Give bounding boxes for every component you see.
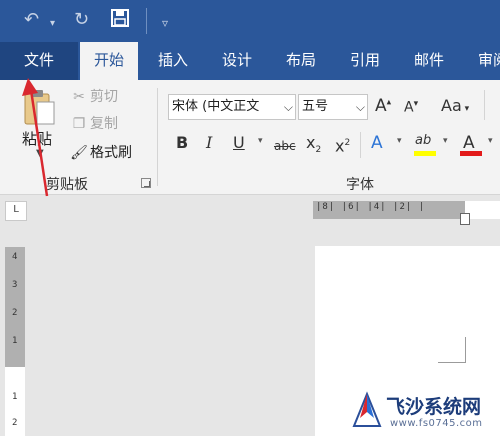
group-divider — [157, 88, 158, 186]
tab-mailings[interactable]: 邮件 — [402, 42, 456, 80]
superscript-mark: 2 — [344, 138, 351, 148]
tab-file[interactable]: 文件 — [0, 42, 78, 80]
font-color-dropdown-icon[interactable]: ▾ — [488, 136, 493, 146]
shrink-font-label: A — [404, 99, 414, 116]
group-divider — [360, 132, 361, 158]
undo-dropdown-icon[interactable]: ▾ — [50, 12, 55, 36]
superscript-button[interactable]: x2 — [335, 132, 350, 157]
shrink-font-button[interactable]: A▾ — [404, 99, 418, 116]
highlight-button[interactable]: ab — [415, 130, 431, 152]
copy-label: 复制 — [90, 116, 118, 132]
vertical-ruler-tick: 2 — [12, 308, 18, 318]
site-watermark: 飞沙系统网 www.fs0745.com — [350, 390, 500, 436]
vertical-ruler-tick: 2 — [12, 418, 18, 428]
highlight-dropdown-icon[interactable]: ▾ — [443, 136, 448, 146]
cut-label: 剪切 — [90, 89, 118, 105]
indent-marker[interactable] — [460, 213, 470, 225]
chevron-down-icon: ⌵ — [283, 100, 293, 114]
vertical-ruler[interactable] — [5, 247, 25, 367]
grow-arrow-icon: ▴ — [386, 97, 392, 108]
watermark-name: 飞沙系统网 — [386, 396, 482, 418]
text-effects-button[interactable]: A — [371, 132, 383, 154]
change-case-label: Aa — [441, 96, 462, 115]
change-case-button[interactable]: Aa ▾ — [441, 96, 469, 115]
redo-icon[interactable]: ↻ — [74, 8, 89, 32]
vertical-ruler-tick: 3 — [12, 280, 18, 290]
tab-home[interactable]: 开始 — [80, 42, 138, 82]
copy-icon: ❐ — [72, 116, 86, 132]
underline-dropdown-icon[interactable]: ▾ — [258, 136, 263, 146]
strikethrough-button[interactable]: abc — [274, 135, 296, 157]
tab-design[interactable]: 设计 — [210, 42, 264, 80]
toolbar-separator — [146, 8, 147, 34]
vertical-ruler-tick: 1 — [12, 392, 18, 402]
clipboard-icon[interactable] — [22, 88, 56, 132]
title-bar: ↶ ▾ ↻ ▿ — [0, 0, 500, 42]
paste-button[interactable]: 粘贴 — [22, 128, 52, 149]
font-size-value: 五号 — [302, 99, 329, 114]
copy-button[interactable]: ❐ 复制 — [68, 113, 118, 135]
group-divider — [484, 90, 485, 120]
watermark-logo-icon — [352, 391, 382, 427]
watermark-url: www.fs0745.com — [390, 418, 483, 429]
margin-corner-mark — [438, 337, 466, 363]
highlight-color-swatch — [414, 151, 436, 156]
chevron-down-icon: ▾ — [461, 104, 470, 114]
subscript-mark: 2 — [315, 145, 322, 156]
paintbrush-icon: 🖌 — [70, 145, 88, 161]
undo-icon[interactable]: ↶ — [24, 8, 39, 32]
bold-button[interactable]: B — [176, 132, 188, 154]
font-name-value: 宋体 (中文正文 — [172, 99, 260, 114]
cut-button[interactable]: ✂ 剪切 — [68, 86, 118, 108]
tab-layout[interactable]: 布局 — [274, 42, 328, 80]
tab-references[interactable]: 引用 — [338, 42, 392, 80]
format-painter-button[interactable]: 🖌 格式刷 — [68, 142, 132, 164]
font-size-select[interactable]: 五号 ⌵ — [298, 94, 368, 120]
shrink-arrow-icon: ▾ — [413, 99, 419, 109]
grow-font-button[interactable]: A▴ — [375, 96, 391, 116]
clipboard-launcher-icon[interactable] — [141, 178, 151, 188]
vertical-ruler-tick: 1 — [12, 336, 18, 346]
scissors-icon: ✂ — [73, 89, 85, 105]
text-effects-dropdown-icon[interactable]: ▾ — [397, 136, 402, 146]
font-name-select[interactable]: 宋体 (中文正文 ⌵ — [168, 94, 296, 120]
tab-review[interactable]: 审阅 — [466, 42, 500, 80]
format-painter-label: 格式刷 — [90, 145, 132, 161]
ribbon-tabs: 文件 开始 插入 设计 布局 引用 邮件 审阅 — [0, 42, 500, 82]
horizontal-ruler-ticks: |8| |6| |4| |2| | — [316, 202, 426, 212]
save-icon[interactable] — [110, 8, 130, 35]
ribbon-home: 粘贴 ▼ ✂ 剪切 ❐ 复制 🖌 格式刷 剪贴板 宋体 (中文正文 ⌵ 五号 ⌵ A▴… — [0, 80, 500, 195]
font-color-swatch — [460, 151, 482, 156]
customize-toolbar-icon[interactable]: ▿ — [162, 11, 168, 35]
grow-font-label: A — [375, 96, 387, 116]
subscript-button[interactable]: x2 — [306, 132, 321, 161]
italic-button[interactable]: I — [206, 132, 212, 154]
vertical-ruler-tick: 4 — [12, 252, 18, 262]
paste-dropdown-icon[interactable]: ▼ — [36, 148, 44, 159]
font-group-label: 字体 — [346, 177, 374, 193]
chevron-down-icon: ⌵ — [355, 100, 365, 114]
horizontal-ruler-page — [465, 201, 500, 219]
clipboard-group-label: 剪贴板 — [46, 177, 88, 193]
underline-button[interactable]: U — [233, 132, 245, 154]
tab-selector[interactable]: L — [5, 201, 27, 221]
tab-insert[interactable]: 插入 — [146, 42, 200, 80]
